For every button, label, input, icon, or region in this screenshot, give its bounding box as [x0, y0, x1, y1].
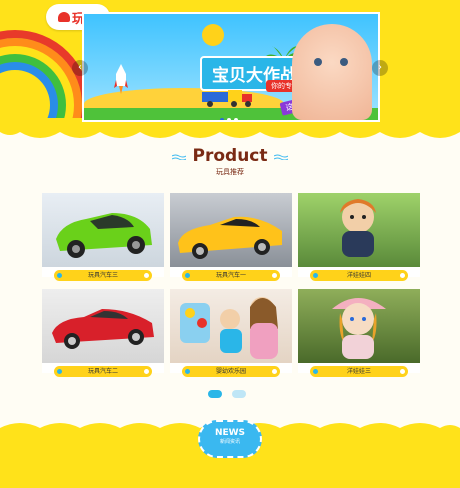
- logo-icon: [57, 12, 70, 22]
- carousel-next-button[interactable]: ›: [372, 60, 388, 76]
- product-image[interactable]: [42, 193, 164, 267]
- product-label[interactable]: 洋娃娃四: [310, 270, 408, 281]
- news-badge[interactable]: NEWS 新闻资讯: [198, 420, 262, 458]
- news-subtitle: 新闻资讯: [219, 439, 240, 445]
- baby-eye: [314, 58, 322, 66]
- product-card[interactable]: 玩具汽车二: [42, 289, 164, 377]
- baby-photo: [292, 24, 372, 120]
- doll-image: [340, 199, 376, 257]
- section-subtitle: 玩具推荐: [216, 168, 244, 176]
- section-heading: Product 玩具推荐: [0, 146, 460, 177]
- product-image[interactable]: [170, 193, 292, 267]
- product-card[interactable]: 洋娃娃三: [298, 289, 420, 377]
- rocket-icon: [114, 64, 128, 94]
- doll-pink-hat-image: [332, 298, 386, 359]
- baby-eye: [340, 58, 348, 66]
- header-wave: [0, 118, 460, 138]
- red-car-image: [52, 309, 154, 349]
- rainbow-decoration: [0, 30, 90, 132]
- green-car-image: [56, 213, 152, 258]
- section-title: Product: [192, 146, 268, 166]
- product-card[interactable]: 婴幼欢乐园: [170, 289, 292, 377]
- carousel-dot[interactable]: [227, 118, 231, 120]
- news-title: NEWS: [214, 428, 246, 438]
- product-image[interactable]: [170, 289, 292, 363]
- product-image[interactable]: [42, 289, 164, 363]
- family-play-image: [180, 297, 278, 359]
- product-card[interactable]: 玩具汽车三: [42, 193, 164, 281]
- yellow-car-image: [178, 216, 282, 259]
- carousel-prev-button[interactable]: ‹: [72, 60, 88, 76]
- product-label[interactable]: 婴幼欢乐园: [182, 366, 280, 377]
- carousel-dot[interactable]: [220, 118, 224, 120]
- product-label[interactable]: 玩具汽车三: [54, 270, 152, 281]
- sun-icon: [202, 24, 224, 46]
- product-label[interactable]: 洋娃娃三: [310, 366, 408, 377]
- hero-banner[interactable]: 宝贝大作战 你的专属玩具 这样带的娃娃聪明: [82, 12, 380, 122]
- carousel-dots: [220, 118, 238, 120]
- product-label[interactable]: 玩具汽车二: [54, 366, 152, 377]
- pager-cloud-icon[interactable]: [208, 390, 222, 398]
- truck-icon: [202, 90, 252, 107]
- product-image[interactable]: [298, 193, 420, 267]
- product-card[interactable]: 玩具汽车一: [170, 193, 292, 281]
- carousel-dot[interactable]: [234, 118, 238, 120]
- product-image[interactable]: [298, 289, 420, 363]
- product-card[interactable]: 洋娃娃四: [298, 193, 420, 281]
- product-label[interactable]: 玩具汽车一: [182, 270, 280, 281]
- pager-cloud-icon[interactable]: [232, 390, 246, 398]
- product-pager: [208, 390, 246, 398]
